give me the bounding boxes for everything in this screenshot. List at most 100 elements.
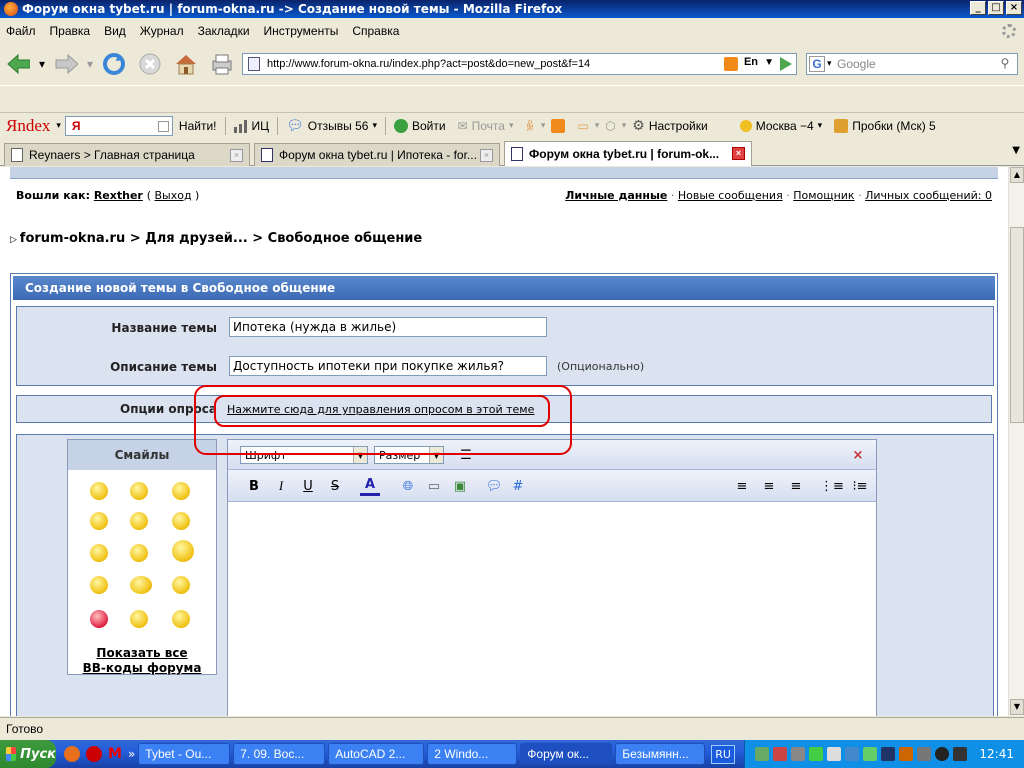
- lang-en-icon[interactable]: En: [744, 56, 758, 68]
- search-input[interactable]: G ▾ Google ⚲: [806, 53, 1018, 75]
- align-right-icon[interactable]: ≡: [786, 476, 806, 496]
- tray-icon[interactable]: [935, 747, 950, 761]
- vertical-scrollbar[interactable]: ▲ ▼: [1008, 167, 1024, 716]
- tab-close-icon[interactable]: ×: [230, 149, 243, 162]
- tab-close-icon[interactable]: ×: [480, 149, 493, 162]
- profile-link[interactable]: Личные данные: [565, 189, 667, 202]
- confused-icon[interactable]: [90, 544, 108, 562]
- strike-icon[interactable]: S: [325, 476, 345, 496]
- forward-dropdown-icon[interactable]: ▾: [86, 52, 94, 76]
- person-icon[interactable]: ꆜ: [519, 118, 540, 134]
- show-all-smilies-link[interactable]: Показать все: [68, 646, 216, 660]
- back-dropdown-icon[interactable]: ▾: [38, 52, 46, 76]
- yandex-dropdown-icon[interactable]: ▾: [56, 120, 61, 131]
- close-window-button[interactable]: ×: [1006, 1, 1022, 15]
- print-button[interactable]: [210, 52, 234, 76]
- tray-icon[interactable]: [773, 747, 788, 761]
- align-left-icon[interactable]: ≡: [732, 476, 752, 496]
- breadcrumb-friends[interactable]: Для друзей...: [145, 231, 248, 246]
- logout-link[interactable]: Выход: [154, 189, 191, 202]
- grin-icon[interactable]: [90, 512, 108, 530]
- topic-desc-input[interactable]: Доступность ипотеки при покупке жилья?: [229, 356, 547, 376]
- firefox-quicklaunch-icon[interactable]: [64, 746, 80, 762]
- metro-quicklaunch-icon[interactable]: M: [108, 746, 122, 762]
- clock[interactable]: 12:41: [979, 747, 1014, 761]
- yandex-reviews-button[interactable]: 💬︎ Отзывы 56 ▾: [280, 117, 383, 134]
- yandex-login-button[interactable]: Войти: [388, 118, 452, 133]
- yandex-settings-button[interactable]: ⚙ Настройки: [626, 117, 713, 134]
- tab-close-icon[interactable]: ×: [732, 147, 745, 160]
- quote-icon[interactable]: 💬︎: [484, 476, 504, 496]
- tray-icon[interactable]: [755, 747, 770, 761]
- text-color-icon[interactable]: A: [360, 476, 380, 496]
- tray-icon[interactable]: [953, 747, 968, 761]
- tray-icon[interactable]: [845, 747, 860, 761]
- image-icon[interactable]: ▣: [450, 476, 470, 496]
- close-editor-icon[interactable]: ×: [848, 445, 868, 465]
- email-icon[interactable]: ▭: [424, 476, 444, 496]
- back-button[interactable]: [6, 52, 30, 76]
- username-link[interactable]: Rexther: [94, 189, 143, 202]
- breadcrumb-free-talk[interactable]: Свободное общение: [268, 231, 423, 246]
- scroll-up-button[interactable]: ▲: [1010, 167, 1024, 183]
- maximize-button[interactable]: □: [988, 1, 1004, 15]
- angry-icon[interactable]: [172, 512, 190, 530]
- tray-icon[interactable]: [917, 747, 932, 761]
- menu-edit[interactable]: Правка: [50, 24, 91, 38]
- yandex-checkbox[interactable]: [157, 120, 169, 132]
- stop-button[interactable]: [138, 52, 162, 76]
- glasses-icon[interactable]: [172, 610, 190, 628]
- cool-icon[interactable]: [90, 576, 108, 594]
- smile-icon[interactable]: [90, 482, 108, 500]
- go-button[interactable]: [776, 55, 794, 73]
- helper-link[interactable]: Помощник: [793, 189, 854, 202]
- search-engine-dropdown-icon[interactable]: ▾: [827, 58, 832, 69]
- tab-forum-mortgage[interactable]: Форум окна tybet.ru | Ипотека - for... ×: [254, 143, 500, 166]
- yandex-ic-button[interactable]: ИЦ: [228, 119, 276, 133]
- yandex-traffic-button[interactable]: Пробки (Мск) 5: [828, 118, 942, 133]
- align-center-icon[interactable]: ≡: [759, 476, 779, 496]
- language-indicator[interactable]: RU: [711, 744, 735, 764]
- tray-icon[interactable]: [791, 747, 806, 761]
- reading-icon[interactable]: [172, 540, 194, 562]
- google-icon[interactable]: G: [809, 56, 825, 72]
- ordered-list-icon[interactable]: ⋮≡: [820, 476, 844, 496]
- blush-icon[interactable]: [130, 544, 148, 562]
- love-icon[interactable]: [90, 610, 108, 628]
- code-icon[interactable]: #: [508, 476, 528, 496]
- bold-icon[interactable]: B: [244, 476, 264, 496]
- home-button[interactable]: [174, 52, 198, 76]
- rss-icon[interactable]: [724, 57, 738, 71]
- tab-forum-new-topic[interactable]: Форум окна tybet.ru | forum-ok... ×: [504, 141, 752, 166]
- bullet-list-icon[interactable]: ⁝≡: [850, 476, 870, 496]
- task-autocad[interactable]: AutoCAD 2...: [328, 743, 425, 765]
- menu-file[interactable]: Файл: [6, 24, 36, 38]
- yandex-find-button[interactable]: Найти!: [173, 119, 223, 133]
- reload-button[interactable]: [102, 52, 126, 76]
- task-untitled[interactable]: Безымянн...: [615, 743, 706, 765]
- thumbs-icon[interactable]: [130, 576, 152, 594]
- minimize-button[interactable]: _: [970, 1, 986, 15]
- yandex-rss-button[interactable]: [545, 118, 571, 133]
- task-tybet[interactable]: Tybet - Ou...: [138, 743, 231, 765]
- yandex-search-input[interactable]: Я: [64, 115, 173, 136]
- forward-button[interactable]: [54, 52, 78, 76]
- underline-icon[interactable]: U: [298, 476, 318, 496]
- menu-help[interactable]: Справка: [352, 24, 399, 38]
- opera-quicklaunch-icon[interactable]: [86, 746, 102, 762]
- italic-icon[interactable]: I: [271, 476, 291, 496]
- link-icon[interactable]: 🌐︎: [398, 476, 418, 496]
- tray-icon[interactable]: [809, 747, 824, 761]
- yandex-mail-button[interactable]: ✉ Почта ▾: [452, 119, 520, 133]
- task-windows[interactable]: 2 Windo...: [427, 743, 518, 765]
- scroll-thumb[interactable]: [1010, 227, 1024, 423]
- task-firefox-forum[interactable]: Форум ок...: [520, 743, 613, 765]
- menu-history[interactable]: Журнал: [140, 24, 184, 38]
- menu-bookmarks[interactable]: Закладки: [198, 24, 250, 38]
- task-sunday[interactable]: 7. 09. Вос...: [233, 743, 326, 765]
- scroll-down-button[interactable]: ▼: [1010, 699, 1024, 715]
- search-icon[interactable]: ⚲: [996, 56, 1014, 72]
- quicklaunch-more-icon[interactable]: »: [128, 747, 135, 761]
- messages-link[interactable]: Личных сообщений: 0: [865, 189, 992, 202]
- breadcrumb-home[interactable]: forum-okna.ru: [20, 231, 125, 246]
